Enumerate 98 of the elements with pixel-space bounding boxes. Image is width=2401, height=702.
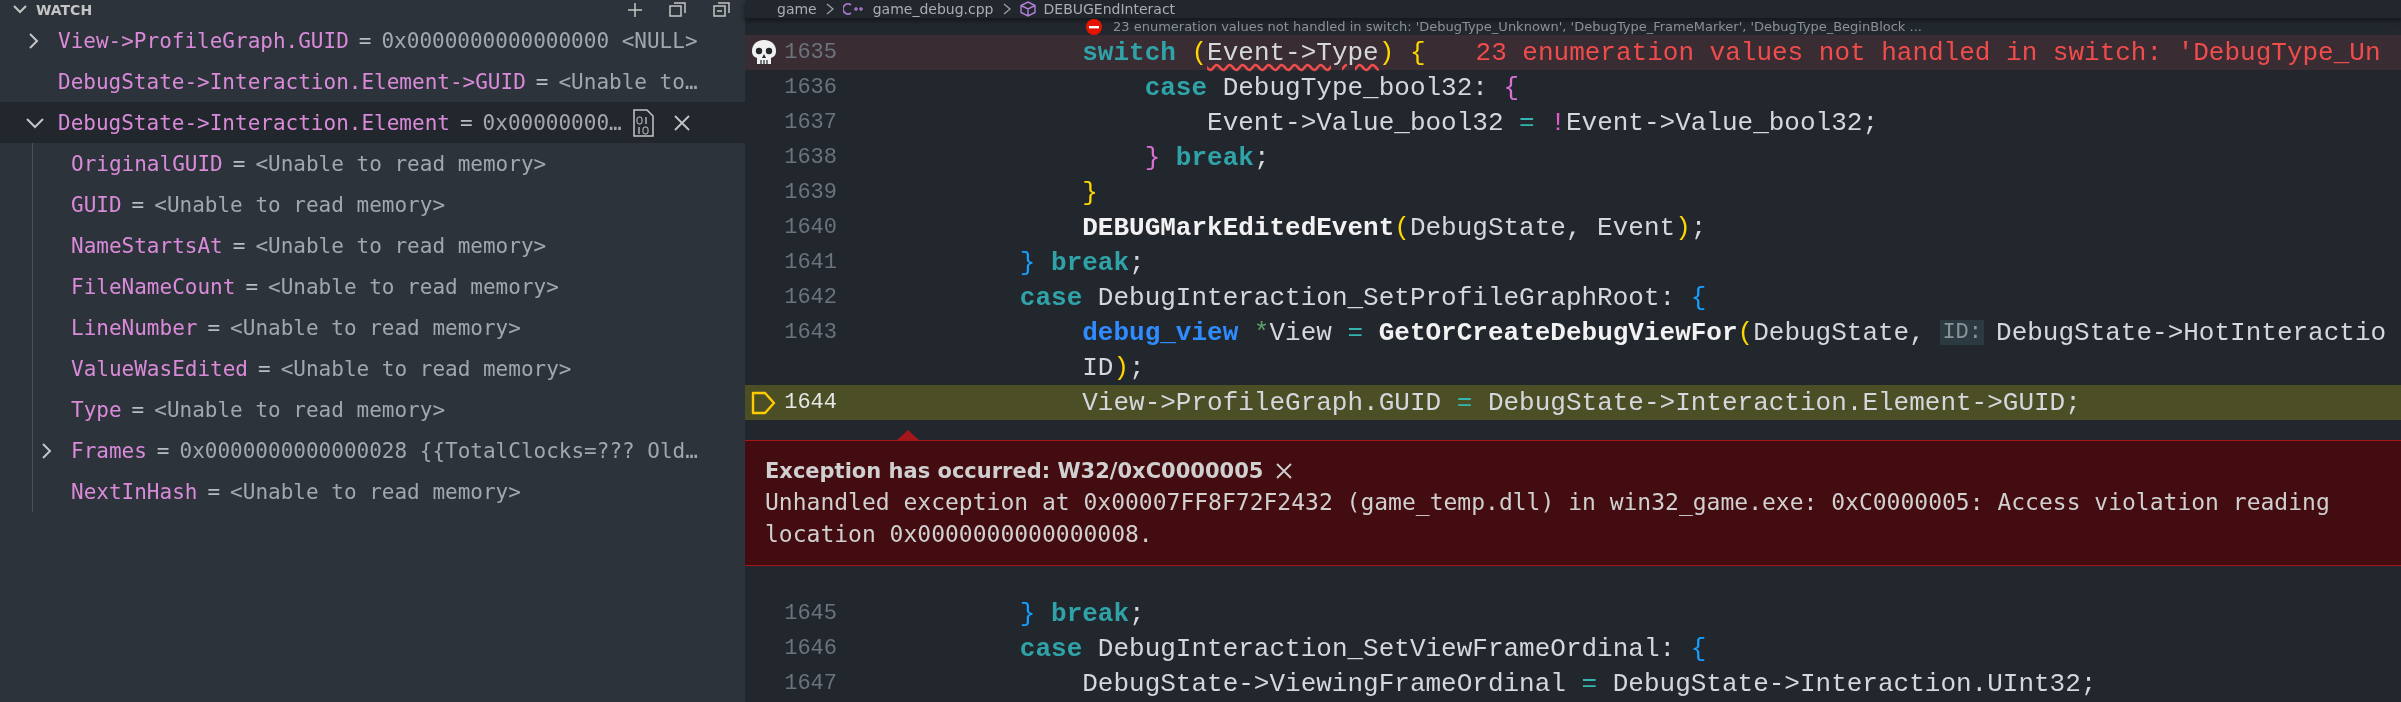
exception-message: Unhandled exception at 0x00007FF8F72F2432 (game_temp.dll) in win32_game.exe: 0xC0000005: Access violation reading (765, 489, 2331, 515)
code-text: case DebugInteraction_SetProfileGraphRoot: { (1018, 282, 1707, 313)
watch-row[interactable]: DebugState->Interaction.Element->GUID = <Unable to… (0, 61, 745, 102)
cpp-file-icon (842, 2, 865, 16)
watch-row[interactable]: NextInHash = <Unable to read memory> (33, 471, 745, 512)
watch-expression: OriginalGUID (71, 151, 223, 176)
line-number: 1645 (783, 601, 837, 626)
equals-sign: = (156, 438, 170, 463)
panel-title: WATCH (36, 2, 93, 18)
watch-value: <Unable to read memory> (230, 315, 521, 340)
line-number: 1644 (783, 390, 837, 415)
watch-value: <Unable to read memory> (154, 397, 446, 422)
equals-sign: = (207, 315, 221, 340)
line-number: 1635 (783, 40, 837, 65)
watch-expression: GUID (71, 192, 122, 217)
add-icon[interactable] (627, 2, 643, 18)
code-text: ID); (1081, 352, 1145, 383)
watch-row[interactable]: View->ProfileGraph.GUID = 0x0000000000000000 <NULL> (0, 20, 745, 61)
breadcrumb-item[interactable]: DEBUGEndInteract (1043, 1, 1176, 17)
code-text: debug_view *View = GetOrCreateDebugViewFor(DebugState, (1081, 317, 1926, 348)
line-number: 1636 (783, 75, 837, 100)
watch-row[interactable]: FileNameCount = <Unable to read memory> (33, 266, 745, 307)
error-icon (1085, 17, 1103, 36)
remove-all-icon[interactable] (713, 2, 731, 18)
equals-sign: = (358, 28, 372, 53)
line-number: 1638 (783, 145, 837, 170)
line-number: 1641 (783, 250, 837, 275)
watch-value: <Unable to read memory> (280, 356, 572, 381)
line-number: 1639 (783, 180, 837, 205)
equals-sign: = (207, 479, 221, 504)
equals-sign: = (459, 110, 473, 135)
watch-value: 0x00000000… (482, 110, 622, 135)
exception-message: location 0x0000000000000008. (765, 521, 1154, 547)
chevron-icon (824, 2, 835, 16)
watch-row[interactable]: OriginalGUID = <Unable to read memory> (33, 143, 745, 184)
close-icon[interactable] (1275, 462, 1294, 480)
watch-value: <Unable to… (558, 69, 698, 94)
code-text: switch (Event->Type) { (1081, 37, 1426, 68)
watch-value: <Unable to read memory> (255, 233, 547, 258)
watch-row[interactable]: Type = <Unable to read memory> (33, 389, 745, 430)
watch-expression: DebugState->Interaction.Element->GUID (58, 69, 526, 94)
breadcrumb-item[interactable]: game (777, 1, 817, 17)
close-icon[interactable] (671, 112, 692, 133)
code-text: } break; (1018, 598, 1145, 629)
watch-expression: DebugState->Interaction.Element (58, 110, 450, 135)
error-message: 23 enumeration values not handled in switch: 'DebugType_Un (1475, 37, 2381, 68)
watch-value: <Unable to read memory> (154, 192, 446, 217)
code-text: View->ProfileGraph.GUID = DebugState->Interaction.Element->GUID; (1081, 387, 2081, 418)
watch-expression: LineNumber (71, 315, 198, 340)
watch-expression: FileNameCount (71, 274, 236, 299)
code-text: case DebugInteraction_SetViewFrameOrdinal: { (1018, 633, 1707, 664)
watch-row[interactable]: GUID = <Unable to read memory> (33, 184, 745, 225)
watch-row[interactable]: Frames = 0x0000000000000028 {{TotalClocks=??? Old… (33, 430, 745, 471)
cube-icon (1019, 1, 1036, 17)
line-number: 1643 (783, 320, 837, 345)
watch-expression: Frames (71, 438, 147, 463)
line-number: 1637 (783, 110, 837, 135)
watch-expression: NextInHash (71, 479, 198, 504)
watch-value: 0x0000000000000028 {{TotalClocks=??? Old… (179, 438, 698, 463)
code-text: Event->Value_bool32 = !Event->Value_bool32; (1206, 107, 1878, 138)
code-text: DebugState->HotInteractio (1996, 317, 2387, 348)
watch-expression: View->ProfileGraph.GUID (58, 28, 349, 53)
equals-sign: = (232, 233, 246, 258)
equals-sign: = (232, 151, 246, 176)
exception-title: Exception has occurred: W32/0xC0000005 (765, 459, 1264, 483)
code-text: DebugState->ViewingFrameOrdinal = DebugState->Interaction.UInt32; (1081, 668, 2097, 699)
equals-sign: = (131, 397, 145, 422)
watch-expression: ValueWasEdited (71, 356, 248, 381)
code-text: } break; (1018, 247, 1145, 278)
code-text: } (1081, 177, 1098, 208)
watch-expression: NameStartsAt (71, 233, 223, 258)
watch-row[interactable]: DebugState->Interaction.Element = 0x00000000… (0, 102, 745, 143)
code-text: case DebugType_bool32: { (1143, 72, 1520, 103)
breadcrumb-item[interactable]: game_debug.cpp (872, 1, 994, 17)
watch-row[interactable]: ValueWasEdited = <Unable to read memory> (33, 348, 745, 389)
watch-expression: Type (71, 397, 122, 422)
equals-sign: = (258, 356, 271, 381)
watch-row[interactable]: LineNumber = <Unable to read memory> (33, 307, 745, 348)
line-number: 1647 (783, 671, 837, 696)
code-text: DEBUGMarkEditedEvent(DebugState, Event); (1081, 212, 1707, 243)
watch-value: <Unable to read memory> (230, 479, 521, 504)
equals-sign: = (131, 192, 145, 217)
binary-icon[interactable] (631, 108, 654, 137)
current-line-icon (751, 390, 777, 415)
line-number: 1640 (783, 215, 837, 240)
equals-sign: = (245, 274, 259, 299)
diagnostic-hint: 23 enumeration values not handled in switch: 'DebugType_Unknown', 'DebugType_FrameMarker', 'DebugType_BeginBlock ... (1113, 19, 1922, 34)
watch-value: <Unable to read memory> (268, 274, 559, 299)
watch-value: 0x0000000000000000 <NULL> (381, 28, 698, 53)
watch-value: <Unable to read memory> (255, 151, 547, 176)
watch-row[interactable]: NameStartsAt = <Unable to read memory> (33, 225, 745, 266)
code-text: } break; (1143, 142, 1270, 173)
line-number: 1642 (783, 285, 837, 310)
inlay-hint: ID: (1940, 320, 1985, 345)
equals-sign: = (535, 69, 549, 94)
line-number: 1646 (783, 636, 837, 661)
chevron-icon (1001, 2, 1012, 16)
collapse-all-icon[interactable] (669, 2, 687, 18)
